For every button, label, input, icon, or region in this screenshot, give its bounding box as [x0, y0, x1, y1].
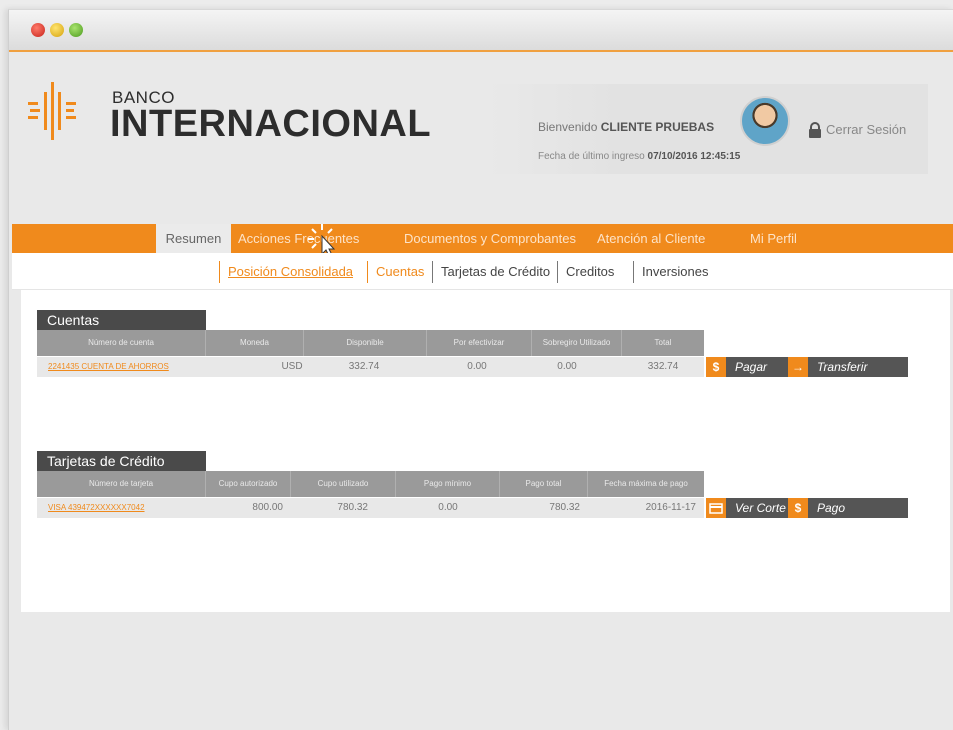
col-header: Por efectivizar [427, 330, 532, 356]
col-header: Número de cuenta [37, 330, 206, 356]
col-header: Sobregiro Utilizado [532, 330, 622, 356]
col-header: Número de tarjeta [37, 471, 206, 497]
section-title-tarjetas: Tarjetas de Crédito [37, 451, 206, 471]
transfer-button[interactable]: → Transferir [788, 357, 908, 377]
card-icon [706, 498, 726, 518]
col-header: Disponible [304, 330, 427, 356]
tarjetas-table-header: Número de tarjeta Cupo autorizado Cupo u… [37, 471, 704, 497]
subnav-creditos[interactable]: Creditos [557, 261, 614, 283]
cell-authorized: 800.00 [252, 502, 283, 513]
cell-total: 332.74 [647, 361, 679, 372]
col-header: Total [654, 338, 672, 347]
cell-due-date: 2016-11-17 [645, 502, 696, 513]
view-statement-label: Ver Corte [735, 501, 786, 515]
cell-available: 332.74 [348, 361, 380, 372]
col-header: Pago total [500, 471, 588, 497]
col-header: Pago mínimo [396, 471, 500, 497]
main-navbar: Resumen Acciones Frecuentes Documentos y… [12, 224, 953, 253]
transfer-label: Transferir [817, 360, 868, 374]
minimize-window-button[interactable] [50, 23, 64, 37]
col-header: Cupo utilizado [291, 471, 396, 497]
pay-label: Pagar [735, 360, 768, 374]
logo-bank-name: INTERNACIONAL [110, 103, 432, 145]
col-header: Fecha máxima de pago [604, 479, 688, 488]
arrow-right-icon: → [788, 357, 808, 377]
nav-item-resumen[interactable]: Resumen [156, 224, 231, 253]
window-titlebar [9, 10, 953, 52]
last-login-label: Fecha de último ingreso [538, 151, 645, 162]
last-login-text: Fecha de último ingreso 07/10/2016 12:45… [538, 151, 740, 162]
cell-min-payment: 0.00 [438, 502, 458, 513]
col-header: Cupo autorizado [206, 471, 291, 497]
card-number-link[interactable]: VISA 439472XXXXXX7042 [37, 498, 206, 518]
dollar-icon: $ [706, 357, 726, 377]
subnav-inversiones[interactable]: Inversiones [633, 261, 708, 283]
welcome-text: Bienvenido CLIENTE PRUEBAS [538, 120, 714, 134]
pay-button[interactable]: $ Pagar [706, 357, 788, 377]
subnav-posicion-consolidada[interactable]: Posición Consolidada [219, 261, 353, 283]
table-row: 2241435 CUENTA DE AHORROS USD 332.74 0.0… [37, 357, 704, 377]
dollar-icon: $ [788, 498, 808, 518]
cell-total-payment: 780.32 [549, 502, 580, 513]
cuentas-table-header: Número de cuenta Moneda Disponible Por e… [37, 330, 704, 356]
account-number-link[interactable]: 2241435 CUENTA DE AHORROS [37, 357, 206, 377]
logout-link[interactable]: Cerrar Sesión [826, 122, 906, 137]
nav-item-acciones-frecuentes[interactable]: Acciones Frecuentes [238, 224, 359, 253]
welcome-prefix: Bienvenido [538, 120, 598, 134]
cell-overdraft: 0.00 [557, 361, 577, 372]
view-statement-button[interactable]: Ver Corte [706, 498, 788, 518]
close-window-button[interactable] [31, 23, 45, 37]
user-name: CLIENTE PRUEBAS [600, 120, 715, 134]
col-header: Moneda [206, 330, 304, 356]
sub-navbar: Posición Consolidada Cuentas Tarjetas de… [12, 253, 953, 290]
cell-used: 780.32 [337, 502, 368, 513]
section-title-cuentas: Cuentas [37, 310, 206, 330]
nav-item-atencion-cliente[interactable]: Atención al Cliente [597, 224, 705, 253]
table-row: VISA 439472XXXXXX7042 800.00 780.32 0.00… [37, 498, 704, 518]
user-avatar[interactable] [740, 96, 790, 146]
subnav-tarjetas[interactable]: Tarjetas de Crédito [432, 261, 550, 283]
nav-item-documentos[interactable]: Documentos y Comprobantes [404, 224, 576, 253]
bank-logo-icon [28, 82, 76, 140]
maximize-window-button[interactable] [69, 23, 83, 37]
card-pay-button[interactable]: $ Pago [788, 498, 908, 518]
nav-item-mi-perfil[interactable]: Mi Perfil [750, 224, 797, 253]
last-login-value: 07/10/2016 12:45:15 [647, 151, 741, 162]
lock-icon [809, 122, 821, 138]
card-pay-label: Pago [817, 501, 846, 515]
subnav-cuentas[interactable]: Cuentas [367, 261, 424, 283]
